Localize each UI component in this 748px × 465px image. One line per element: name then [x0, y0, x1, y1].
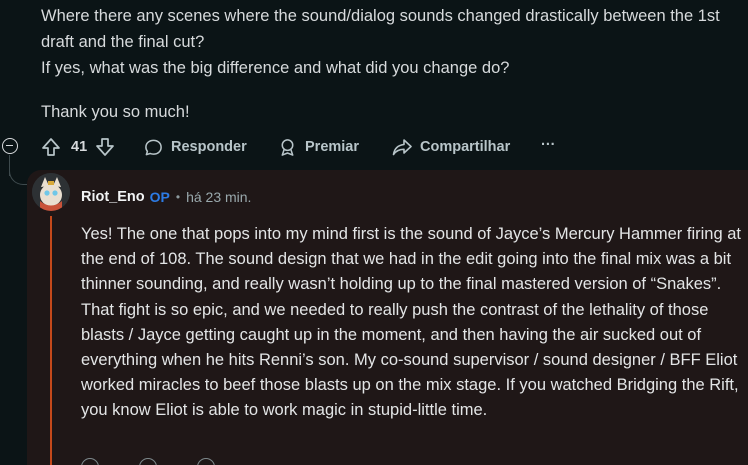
more-options-icon: ···	[541, 137, 556, 153]
timestamp: há 23 min.	[186, 189, 252, 205]
username[interactable]: Riot_Eno	[81, 189, 145, 205]
award-label: Premiar	[305, 139, 360, 155]
reply-body: Yes! The one that pops into my mind firs…	[81, 222, 746, 424]
avatar[interactable]	[32, 173, 70, 211]
reply-meta: Riot_Eno OP • há 23 min.	[81, 186, 251, 208]
upvote-icon[interactable]	[41, 137, 61, 157]
op-badge: OP	[149, 189, 170, 205]
reply-action-bar-partial	[81, 458, 215, 465]
award-icon	[281, 138, 294, 156]
speech-bubble-icon	[145, 139, 162, 155]
upvote-icon[interactable]	[81, 458, 99, 465]
share-icon	[392, 139, 412, 156]
parent-comment-closing: Thank you so much!	[41, 103, 190, 121]
meta-separator: •	[175, 190, 181, 204]
share-button[interactable]: Compartilhar	[392, 136, 510, 158]
parent-comment-line: Where there any scenes where the sound/d…	[41, 7, 720, 51]
vote-group: 41	[41, 136, 115, 158]
parent-comment-body: Where there any scenes where the sound/d…	[41, 3, 741, 125]
downvote-icon[interactable]	[139, 458, 157, 465]
reply-button[interactable]: Responder	[144, 136, 247, 158]
reply-text: Yes! The one that pops into my mind firs…	[81, 225, 741, 420]
collapse-thread-icon[interactable]	[2, 138, 18, 154]
comment-action-bar: 41 Responder Premiar Compartilhar ···	[0, 132, 748, 162]
award-button[interactable]: Premiar	[278, 136, 359, 158]
parent-comment-line: If yes, what was the big difference and …	[41, 59, 510, 77]
speech-bubble-icon[interactable]	[197, 458, 215, 465]
more-options-button[interactable]: ···	[541, 134, 556, 156]
reply-thread-accent	[50, 216, 52, 465]
vote-count: 41	[71, 139, 88, 155]
downvote-icon[interactable]	[95, 137, 115, 157]
reply-label: Responder	[171, 139, 247, 155]
comment-thread: Where there any scenes where the sound/d…	[0, 0, 748, 465]
share-label: Compartilhar	[420, 139, 511, 155]
